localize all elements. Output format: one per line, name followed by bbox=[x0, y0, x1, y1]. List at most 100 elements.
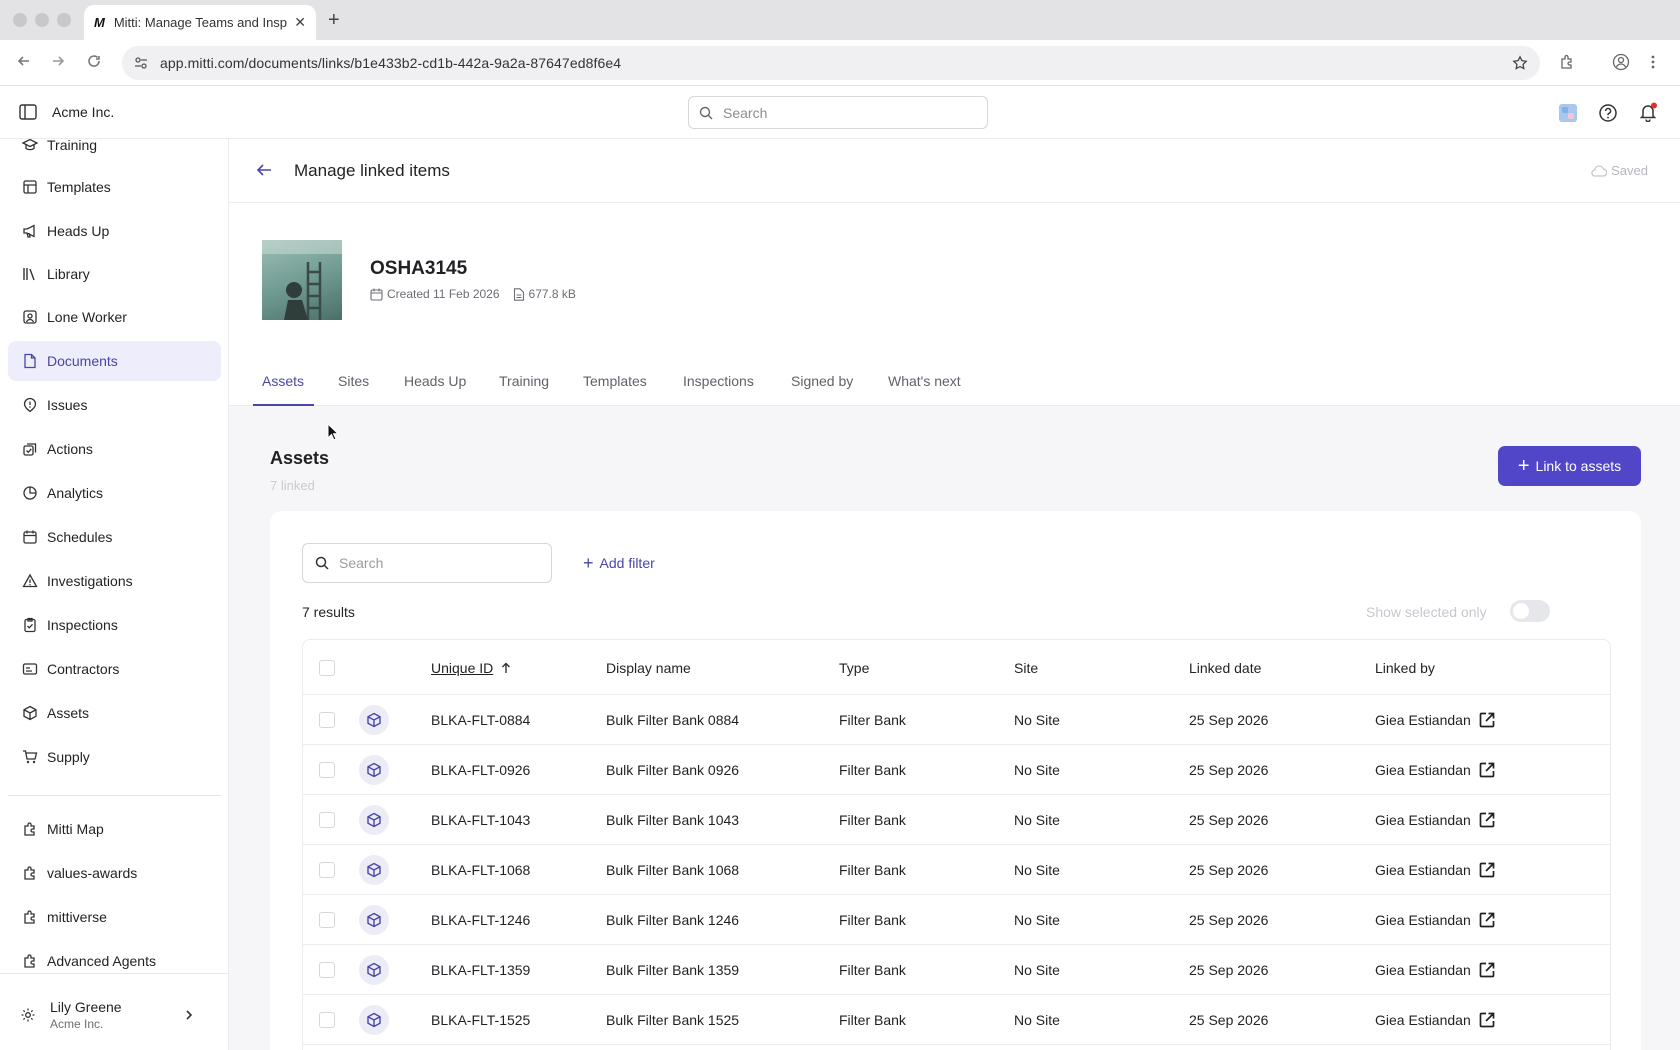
column-header-linked-by[interactable]: Linked by bbox=[1375, 660, 1435, 676]
app-launcher-icon[interactable] bbox=[1558, 103, 1578, 123]
inspections-icon bbox=[21, 617, 39, 633]
sidebar-item-values-awards[interactable]: values-awards bbox=[8, 853, 221, 893]
row-checkbox[interactable] bbox=[319, 862, 335, 878]
mouse-cursor-icon bbox=[327, 423, 339, 441]
window-close-button[interactable] bbox=[13, 13, 27, 27]
calendar-icon bbox=[21, 529, 39, 545]
user-menu[interactable]: Lily Greene Acme Inc. bbox=[20, 999, 194, 1031]
cell-linked-by: Giea Estiandan bbox=[1375, 962, 1471, 978]
sidebar-item-templates[interactable]: Templates bbox=[8, 167, 221, 207]
row-checkbox[interactable] bbox=[319, 712, 335, 728]
cell-unique-id: BLKA-FLT-1359 bbox=[431, 962, 531, 978]
open-external-icon[interactable] bbox=[1477, 1010, 1497, 1030]
app-header: Acme Inc. Search bbox=[0, 86, 1680, 139]
column-header-unique-id[interactable]: Unique ID bbox=[431, 660, 511, 676]
sidebar-item-mittiverse[interactable]: mittiverse bbox=[8, 897, 221, 937]
tab-whats-next[interactable]: What's next bbox=[888, 373, 961, 389]
sidebar-item-mitti-map[interactable]: Mitti Map bbox=[8, 809, 221, 849]
address-bar[interactable]: app.mitti.com/documents/links/b1e433b2-c… bbox=[122, 46, 1540, 80]
table-row[interactable]: BLKA-FLT-0884 Bulk Filter Bank 0884 Filter… bbox=[303, 695, 1610, 745]
row-checkbox[interactable] bbox=[319, 912, 335, 928]
bookmark-star-icon[interactable] bbox=[1512, 55, 1528, 71]
back-arrow-icon[interactable] bbox=[16, 53, 32, 69]
help-icon[interactable] bbox=[1598, 103, 1618, 123]
sidebar-item-analytics[interactable]: Analytics bbox=[8, 473, 221, 513]
sidebar-toggle-icon[interactable] bbox=[19, 104, 37, 120]
sidebar-item-issues[interactable]: Issues bbox=[8, 385, 221, 425]
select-all-checkbox[interactable] bbox=[319, 660, 335, 676]
sidebar-item-advanced-agents[interactable]: Advanced Agents bbox=[8, 941, 221, 981]
close-tab-icon[interactable]: ✕ bbox=[294, 14, 306, 31]
cell-display-name: Bulk Filter Bank 1068 bbox=[606, 862, 740, 878]
forward-arrow-icon[interactable] bbox=[50, 53, 66, 69]
sidebar-item-supply[interactable]: Supply bbox=[8, 737, 221, 777]
cell-display-name: Bulk Filter Bank 0884 bbox=[606, 712, 740, 728]
document-thumbnail[interactable] bbox=[262, 240, 342, 320]
tab-assets[interactable]: Assets bbox=[262, 373, 304, 389]
open-external-icon[interactable] bbox=[1477, 910, 1497, 930]
sidebar-item-contractors[interactable]: Contractors bbox=[8, 649, 221, 689]
column-header-type[interactable]: Type bbox=[839, 660, 869, 676]
sidebar-item-library[interactable]: Library bbox=[8, 254, 221, 294]
sidebar-item-assets[interactable]: Assets bbox=[8, 693, 221, 733]
column-header-display-name[interactable]: Display name bbox=[606, 660, 691, 676]
sidebar-item-lone-worker[interactable]: Lone Worker bbox=[8, 297, 221, 337]
open-external-icon[interactable] bbox=[1477, 710, 1497, 730]
link-to-assets-button[interactable]: + Link to assets bbox=[1498, 446, 1641, 486]
sidebar-item-schedules[interactable]: Schedules bbox=[8, 517, 221, 557]
tab-sites[interactable]: Sites bbox=[338, 373, 369, 389]
browser-menu-icon[interactable] bbox=[1650, 53, 1656, 71]
row-checkbox[interactable] bbox=[319, 762, 335, 778]
window-minimize-button[interactable] bbox=[35, 13, 49, 27]
contractors-icon bbox=[21, 661, 39, 677]
sidebar-item-label: values-awards bbox=[47, 865, 138, 881]
cell-linked-by: Giea Estiandan bbox=[1375, 762, 1471, 778]
open-external-icon[interactable] bbox=[1477, 810, 1497, 830]
sidebar-item-actions[interactable]: Actions bbox=[8, 429, 221, 469]
open-external-icon[interactable] bbox=[1477, 860, 1497, 880]
table-row[interactable]: BLKA-FLT-1043 Bulk Filter Bank 1043 Filter… bbox=[303, 795, 1610, 845]
table-row[interactable]: BLKA-FLT-1068 Bulk Filter Bank 1068 Filter… bbox=[303, 845, 1610, 895]
back-arrow-icon[interactable] bbox=[256, 163, 272, 177]
cell-linked-by: Giea Estiandan bbox=[1375, 862, 1471, 878]
extensions-icon[interactable] bbox=[1558, 53, 1576, 71]
sidebar-item-documents[interactable]: Documents bbox=[8, 341, 221, 381]
assets-search-input[interactable]: Search bbox=[302, 543, 552, 583]
row-checkbox[interactable] bbox=[319, 1012, 335, 1028]
sidebar-item-investigations[interactable]: Investigations bbox=[8, 561, 221, 601]
global-search-input[interactable]: Search bbox=[688, 96, 988, 129]
site-settings-icon[interactable] bbox=[134, 56, 148, 70]
reload-icon[interactable] bbox=[86, 53, 102, 69]
tab-heads-up[interactable]: Heads Up bbox=[404, 373, 466, 389]
notifications-bell-icon[interactable] bbox=[1638, 102, 1658, 122]
table-row[interactable]: BLKA-FLT-0926 Bulk Filter Bank 0926 Filter… bbox=[303, 745, 1610, 795]
org-name[interactable]: Acme Inc. bbox=[52, 104, 114, 120]
column-header-site[interactable]: Site bbox=[1014, 660, 1038, 676]
open-external-icon[interactable] bbox=[1477, 760, 1497, 780]
add-filter-button[interactable]: + Add filter bbox=[583, 554, 655, 572]
window-zoom-button[interactable] bbox=[57, 13, 71, 27]
column-header-linked-date[interactable]: Linked date bbox=[1189, 660, 1261, 676]
tab-training[interactable]: Training bbox=[499, 373, 549, 389]
table-row[interactable]: BLKA-FLT-1246 Bulk Filter Bank 1246 Filter… bbox=[303, 895, 1610, 945]
new-tab-icon[interactable]: + bbox=[328, 9, 340, 32]
sidebar-item-training[interactable]: Training bbox=[8, 139, 221, 165]
row-checkbox[interactable] bbox=[319, 962, 335, 978]
puzzle-icon bbox=[21, 953, 39, 969]
tab-signed-by[interactable]: Signed by bbox=[791, 373, 853, 389]
profile-icon[interactable] bbox=[1612, 53, 1630, 71]
open-external-icon[interactable] bbox=[1477, 960, 1497, 980]
sidebar-item-inspections[interactable]: Inspections bbox=[8, 605, 221, 645]
tab-inspections[interactable]: Inspections bbox=[683, 373, 754, 389]
show-selected-toggle[interactable] bbox=[1510, 600, 1550, 622]
table-row[interactable]: BLKA-FLT-1359 Bulk Filter Bank 1359 Filter… bbox=[303, 945, 1610, 995]
row-checkbox[interactable] bbox=[319, 812, 335, 828]
sidebar-item-label: Training bbox=[47, 139, 98, 153]
templates-icon bbox=[21, 179, 39, 195]
sidebar-item-heads-up[interactable]: Heads Up bbox=[8, 211, 221, 251]
tab-templates[interactable]: Templates bbox=[583, 373, 647, 389]
table-row[interactable]: BLKA-FLT-1525 Bulk Filter Bank 1525 Filter… bbox=[303, 995, 1610, 1045]
cell-unique-id: BLKA-FLT-1043 bbox=[431, 812, 531, 828]
browser-tab[interactable]: M Mitti: Manage Teams and Insp ✕ bbox=[84, 5, 316, 40]
assets-search-placeholder: Search bbox=[339, 555, 384, 571]
